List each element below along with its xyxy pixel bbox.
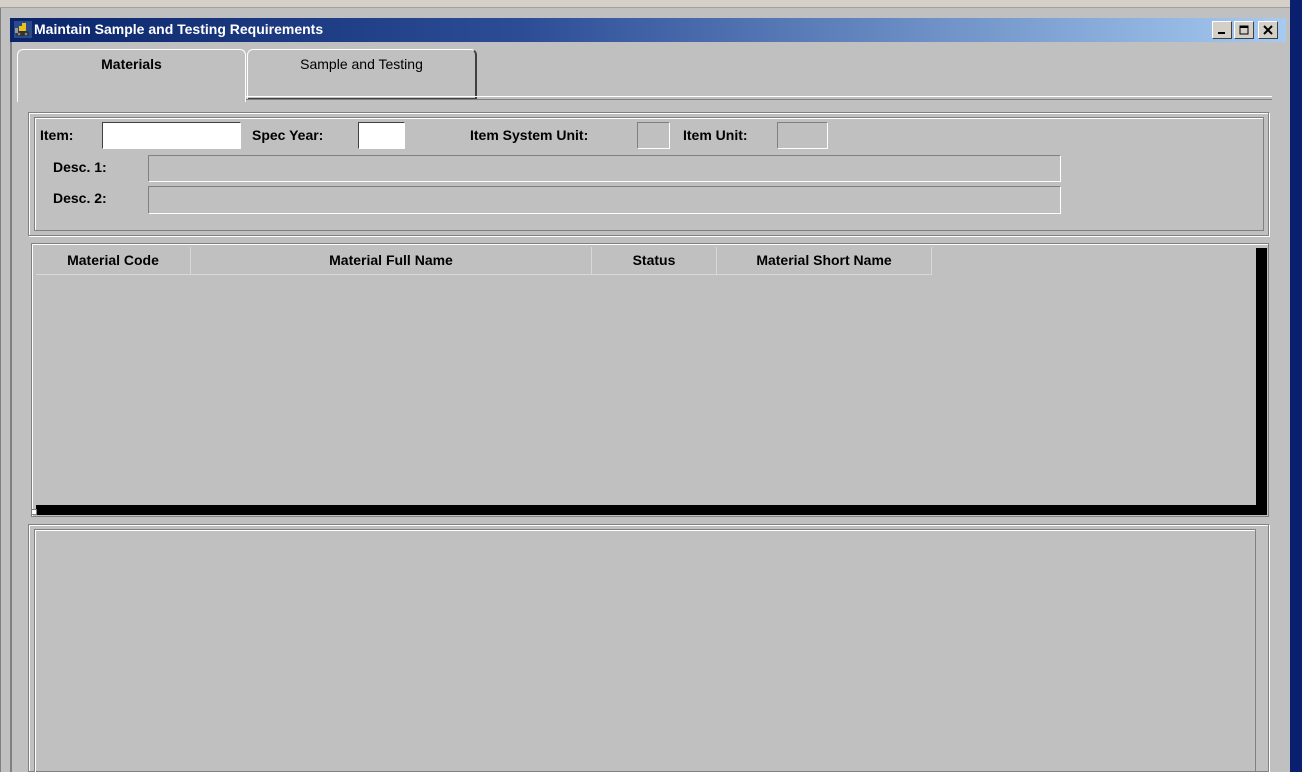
desc1-label: Desc. 1:	[53, 159, 107, 175]
maximize-icon	[1239, 25, 1249, 35]
tab-strip-divider	[246, 96, 1272, 100]
spec-year-input[interactable]	[358, 122, 405, 149]
grid-shadow-right	[1256, 248, 1267, 513]
minimize-icon	[1218, 32, 1225, 34]
item-system-unit-field	[637, 122, 670, 149]
minimize-button[interactable]	[1212, 21, 1232, 39]
right-window-edge	[1290, 0, 1302, 772]
item-label: Item:	[40, 127, 74, 143]
column-header-material-short-name[interactable]: Material Short Name	[717, 247, 932, 275]
tab-materials[interactable]: Materials	[17, 49, 246, 102]
desc2-field	[148, 186, 1061, 214]
desc1-field	[148, 155, 1061, 182]
item-unit-label: Item Unit:	[683, 127, 748, 143]
bulldozer-icon	[14, 21, 32, 38]
materials-grid[interactable]	[31, 243, 1269, 517]
grid-resize-corner[interactable]	[31, 509, 37, 515]
top-strip	[0, 0, 1302, 8]
column-header-material-code[interactable]: Material Code	[36, 247, 191, 275]
maximize-button[interactable]	[1234, 21, 1254, 39]
item-input[interactable]	[102, 122, 241, 149]
detail-panel-inner	[34, 529, 1256, 772]
item-system-unit-label: Item System Unit:	[470, 127, 589, 143]
grid-shadow-bottom	[36, 505, 1267, 515]
column-header-status[interactable]: Status	[592, 247, 717, 275]
title-bar[interactable]: Maintain Sample and Testing Requirements	[10, 18, 1286, 42]
close-button[interactable]	[1258, 21, 1278, 39]
tab-sample-and-testing[interactable]: Sample and Testing	[247, 49, 477, 100]
spec-year-label: Spec Year:	[252, 127, 324, 143]
window-title: Maintain Sample and Testing Requirements	[34, 21, 324, 37]
close-icon	[1263, 25, 1273, 35]
item-unit-field	[777, 122, 828, 149]
column-header-material-full-name[interactable]: Material Full Name	[191, 247, 592, 275]
desc2-label: Desc. 2:	[53, 190, 107, 206]
